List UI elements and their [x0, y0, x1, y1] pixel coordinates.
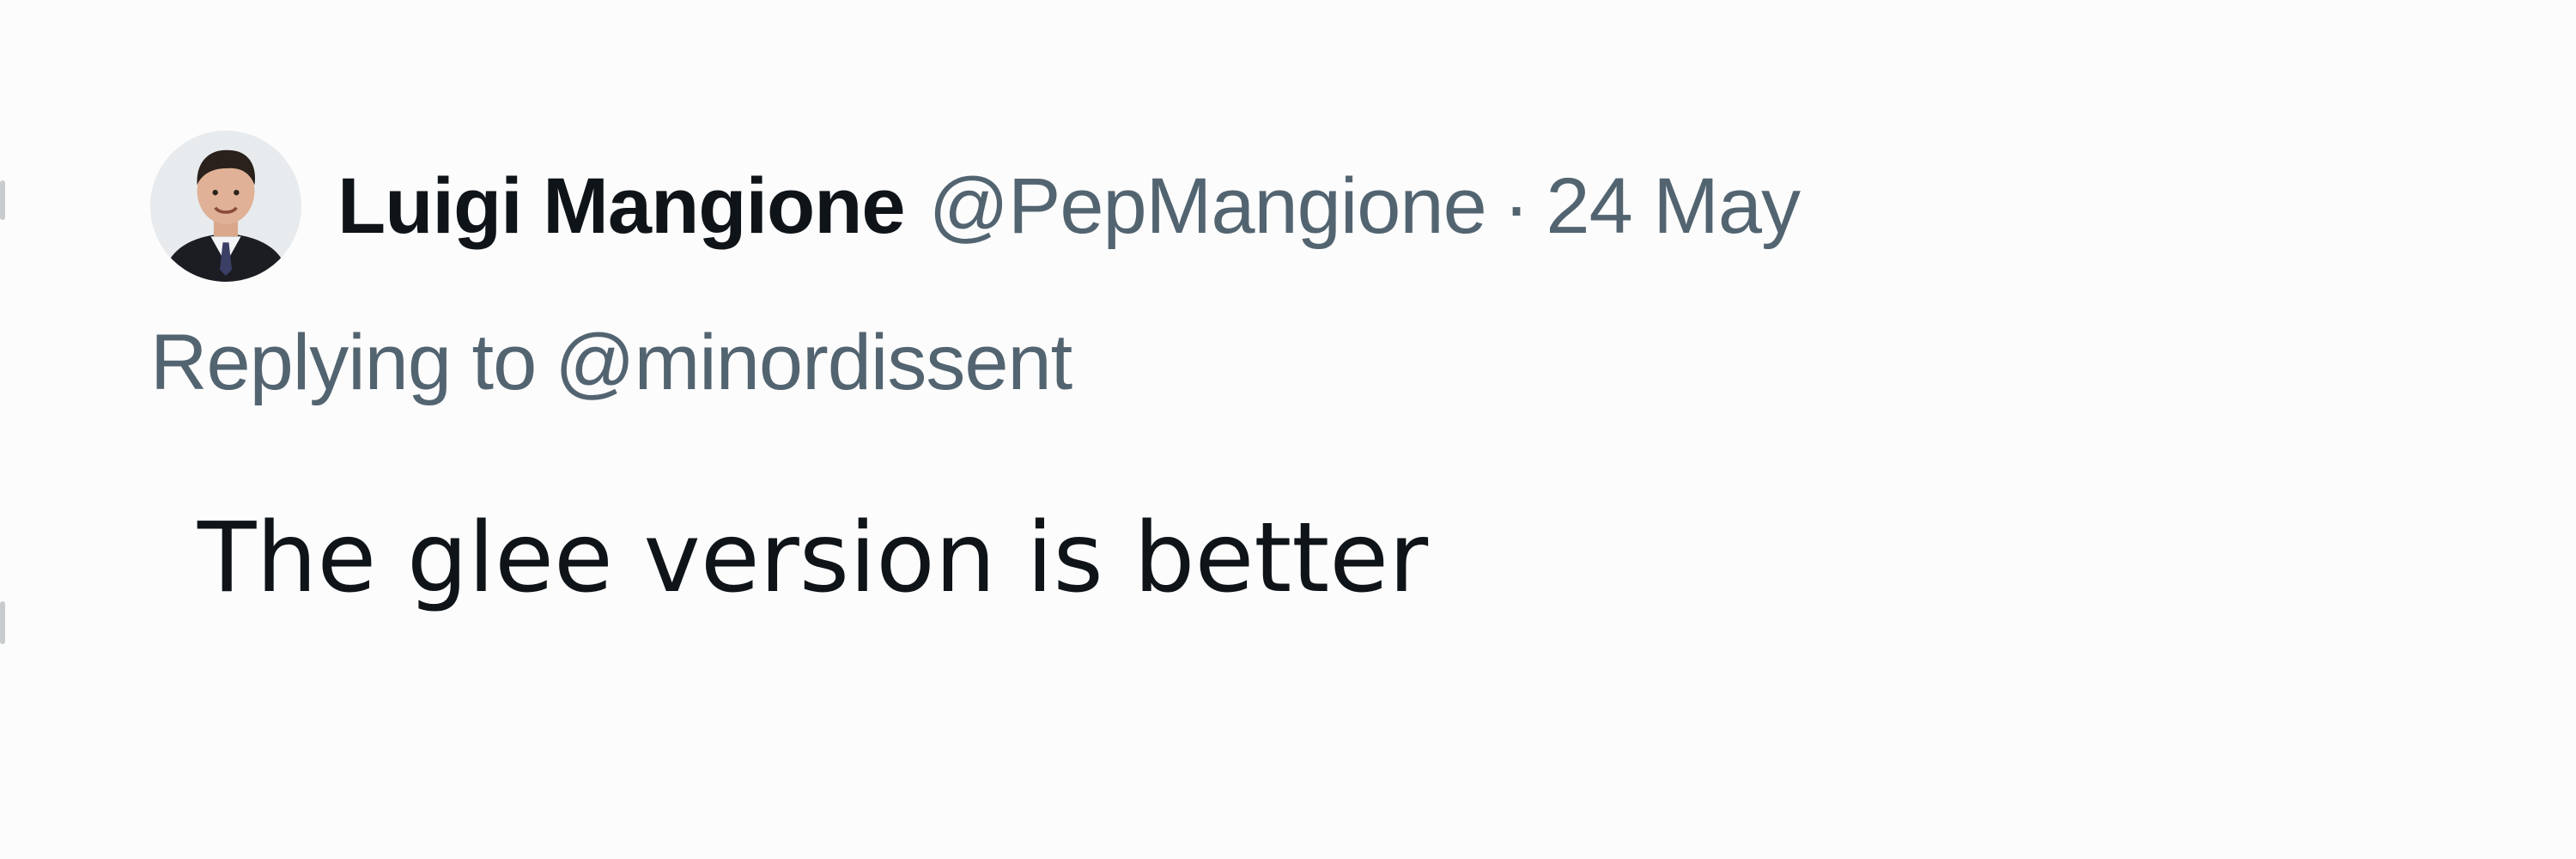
tweet-text: The glee version is better [197, 503, 1429, 614]
avatar-image [150, 131, 301, 282]
left-edge-mark [0, 601, 5, 644]
tweet-date[interactable]: 24 May [1546, 161, 1801, 252]
author-display-name[interactable]: Luigi Mangione [337, 161, 906, 252]
author-handle[interactable]: @PepMangione [929, 161, 1487, 252]
tweet-screenshot: Luigi Mangione @PepMangione · 24 May Rep… [0, 0, 2576, 859]
left-edge-mark [0, 180, 5, 220]
user-avatar-icon[interactable] [150, 131, 301, 282]
tweet-card: Luigi Mangione @PepMangione · 24 May Rep… [150, 120, 2469, 614]
header-separator: · [1503, 161, 1530, 250]
tweet-header: Luigi Mangione @PepMangione · 24 May [150, 120, 2469, 292]
replying-to-label: Replying to [150, 319, 537, 406]
replying-to-mention[interactable]: @minordissent [555, 319, 1072, 406]
replying-to-line: Replying to @minordissent [150, 318, 2469, 408]
